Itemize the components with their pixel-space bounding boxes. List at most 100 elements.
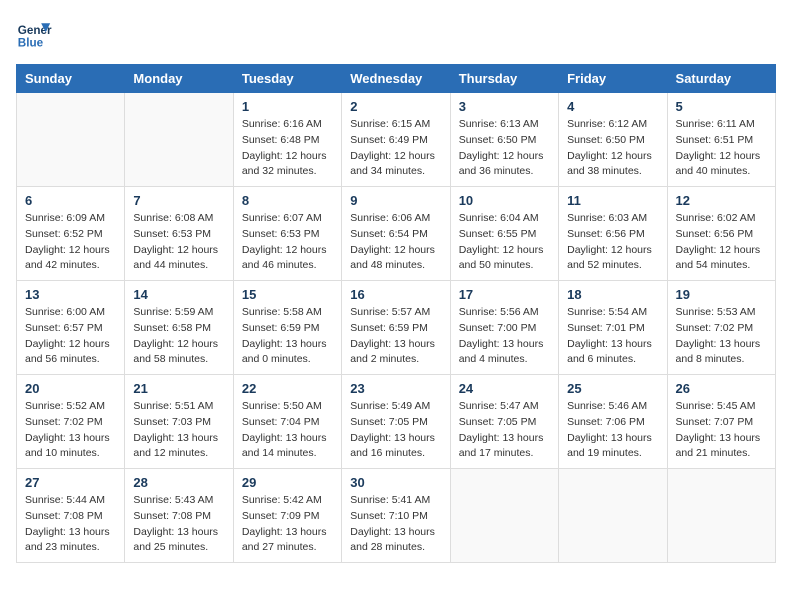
day-number: 21	[133, 381, 224, 396]
calendar-week-row: 20 Sunrise: 5:52 AM Sunset: 7:02 PM Dayli…	[17, 375, 776, 469]
day-info: Sunrise: 6:09 AM Sunset: 6:52 PM Dayligh…	[25, 211, 116, 274]
day-number: 4	[567, 99, 658, 114]
calendar-day-cell: 18 Sunrise: 5:54 AM Sunset: 7:01 PM Dayli…	[559, 281, 667, 375]
day-number: 24	[459, 381, 550, 396]
calendar-week-row: 6 Sunrise: 6:09 AM Sunset: 6:52 PM Daylig…	[17, 187, 776, 281]
calendar-day-cell	[667, 469, 775, 563]
day-info: Sunrise: 5:45 AM Sunset: 7:07 PM Dayligh…	[676, 399, 767, 462]
day-number: 10	[459, 193, 550, 208]
calendar-header-row: SundayMondayTuesdayWednesdayThursdayFrid…	[17, 65, 776, 93]
calendar-day-cell: 8 Sunrise: 6:07 AM Sunset: 6:53 PM Daylig…	[233, 187, 341, 281]
calendar-day-cell: 3Sunrise: 6:13 AM Sunset: 6:50 PM Daylig…	[450, 93, 558, 187]
day-number: 26	[676, 381, 767, 396]
day-info: Sunrise: 5:46 AM Sunset: 7:06 PM Dayligh…	[567, 399, 658, 462]
calendar-day-cell: 22 Sunrise: 5:50 AM Sunset: 7:04 PM Dayli…	[233, 375, 341, 469]
calendar-day-cell: 14 Sunrise: 5:59 AM Sunset: 6:58 PM Dayli…	[125, 281, 233, 375]
calendar-body: 1 Sunrise: 6:16 AM Sunset: 6:48 PM Daylig…	[17, 93, 776, 563]
calendar-day-cell: 27 Sunrise: 5:44 AM Sunset: 7:08 PM Dayli…	[17, 469, 125, 563]
calendar-day-cell: 12 Sunrise: 6:02 AM Sunset: 6:56 PM Dayli…	[667, 187, 775, 281]
day-info: Sunrise: 5:50 AM Sunset: 7:04 PM Dayligh…	[242, 399, 333, 462]
calendar-day-cell: 29Sunrise: 5:42 AM Sunset: 7:09 PM Dayli…	[233, 469, 341, 563]
day-number: 27	[25, 475, 116, 490]
calendar-day-cell	[125, 93, 233, 187]
day-number: 17	[459, 287, 550, 302]
calendar-day-cell: 7Sunrise: 6:08 AM Sunset: 6:53 PM Daylig…	[125, 187, 233, 281]
calendar-day-cell: 19 Sunrise: 5:53 AM Sunset: 7:02 PM Dayli…	[667, 281, 775, 375]
calendar-table: SundayMondayTuesdayWednesdayThursdayFrid…	[16, 64, 776, 563]
day-number: 3	[459, 99, 550, 114]
day-number: 23	[350, 381, 441, 396]
svg-text:Blue: Blue	[18, 37, 44, 50]
calendar-day-cell: 4 Sunrise: 6:12 AM Sunset: 6:50 PM Daylig…	[559, 93, 667, 187]
calendar-day-cell	[17, 93, 125, 187]
day-info: Sunrise: 5:57 AM Sunset: 6:59 PM Dayligh…	[350, 305, 441, 368]
day-info: Sunrise: 6:04 AM Sunset: 6:55 PM Dayligh…	[459, 211, 550, 274]
day-number: 15	[242, 287, 333, 302]
day-of-week-header: Saturday	[667, 65, 775, 93]
calendar-day-cell: 23 Sunrise: 5:49 AM Sunset: 7:05 PM Dayli…	[342, 375, 450, 469]
calendar-day-cell: 13 Sunrise: 6:00 AM Sunset: 6:57 PM Dayli…	[17, 281, 125, 375]
day-number: 28	[133, 475, 224, 490]
day-info: Sunrise: 5:49 AM Sunset: 7:05 PM Dayligh…	[350, 399, 441, 462]
day-of-week-header: Sunday	[17, 65, 125, 93]
day-info: Sunrise: 5:59 AM Sunset: 6:58 PM Dayligh…	[133, 305, 224, 368]
calendar-day-cell: 28 Sunrise: 5:43 AM Sunset: 7:08 PM Dayli…	[125, 469, 233, 563]
calendar-day-cell: 15Sunrise: 5:58 AM Sunset: 6:59 PM Dayli…	[233, 281, 341, 375]
day-of-week-header: Wednesday	[342, 65, 450, 93]
calendar-day-cell: 9Sunrise: 6:06 AM Sunset: 6:54 PM Daylig…	[342, 187, 450, 281]
day-info: Sunrise: 6:02 AM Sunset: 6:56 PM Dayligh…	[676, 211, 767, 274]
day-info: Sunrise: 5:51 AM Sunset: 7:03 PM Dayligh…	[133, 399, 224, 462]
day-number: 1	[242, 99, 333, 114]
day-info: Sunrise: 5:41 AM Sunset: 7:10 PM Dayligh…	[350, 493, 441, 556]
logo: General Blue	[16, 16, 52, 52]
day-number: 13	[25, 287, 116, 302]
day-info: Sunrise: 5:44 AM Sunset: 7:08 PM Dayligh…	[25, 493, 116, 556]
day-info: Sunrise: 6:16 AM Sunset: 6:48 PM Dayligh…	[242, 117, 333, 180]
day-info: Sunrise: 5:42 AM Sunset: 7:09 PM Dayligh…	[242, 493, 333, 556]
calendar-day-cell: 10 Sunrise: 6:04 AM Sunset: 6:55 PM Dayli…	[450, 187, 558, 281]
day-number: 5	[676, 99, 767, 114]
day-info: Sunrise: 5:56 AM Sunset: 7:00 PM Dayligh…	[459, 305, 550, 368]
day-info: Sunrise: 6:00 AM Sunset: 6:57 PM Dayligh…	[25, 305, 116, 368]
calendar-day-cell: 24Sunrise: 5:47 AM Sunset: 7:05 PM Dayli…	[450, 375, 558, 469]
day-of-week-header: Friday	[559, 65, 667, 93]
calendar-week-row: 1 Sunrise: 6:16 AM Sunset: 6:48 PM Daylig…	[17, 93, 776, 187]
calendar-day-cell: 30Sunrise: 5:41 AM Sunset: 7:10 PM Dayli…	[342, 469, 450, 563]
calendar-day-cell: 11 Sunrise: 6:03 AM Sunset: 6:56 PM Dayli…	[559, 187, 667, 281]
day-of-week-header: Monday	[125, 65, 233, 93]
day-number: 6	[25, 193, 116, 208]
day-info: Sunrise: 5:54 AM Sunset: 7:01 PM Dayligh…	[567, 305, 658, 368]
calendar-day-cell: 21 Sunrise: 5:51 AM Sunset: 7:03 PM Dayli…	[125, 375, 233, 469]
day-number: 8	[242, 193, 333, 208]
day-info: Sunrise: 6:03 AM Sunset: 6:56 PM Dayligh…	[567, 211, 658, 274]
calendar-day-cell	[559, 469, 667, 563]
day-of-week-header: Thursday	[450, 65, 558, 93]
day-number: 22	[242, 381, 333, 396]
calendar-day-cell: 1 Sunrise: 6:16 AM Sunset: 6:48 PM Daylig…	[233, 93, 341, 187]
calendar-week-row: 13 Sunrise: 6:00 AM Sunset: 6:57 PM Dayli…	[17, 281, 776, 375]
day-number: 12	[676, 193, 767, 208]
day-info: Sunrise: 5:52 AM Sunset: 7:02 PM Dayligh…	[25, 399, 116, 462]
calendar-day-cell: 2Sunrise: 6:15 AM Sunset: 6:49 PM Daylig…	[342, 93, 450, 187]
header: General Blue	[16, 16, 776, 52]
day-number: 14	[133, 287, 224, 302]
day-info: Sunrise: 6:12 AM Sunset: 6:50 PM Dayligh…	[567, 117, 658, 180]
day-number: 9	[350, 193, 441, 208]
day-number: 18	[567, 287, 658, 302]
day-of-week-header: Tuesday	[233, 65, 341, 93]
day-info: Sunrise: 5:43 AM Sunset: 7:08 PM Dayligh…	[133, 493, 224, 556]
calendar-day-cell: 26 Sunrise: 5:45 AM Sunset: 7:07 PM Dayli…	[667, 375, 775, 469]
day-number: 11	[567, 193, 658, 208]
calendar-week-row: 27 Sunrise: 5:44 AM Sunset: 7:08 PM Dayli…	[17, 469, 776, 563]
calendar-day-cell: 17 Sunrise: 5:56 AM Sunset: 7:00 PM Dayli…	[450, 281, 558, 375]
day-number: 19	[676, 287, 767, 302]
calendar-day-cell: 6 Sunrise: 6:09 AM Sunset: 6:52 PM Daylig…	[17, 187, 125, 281]
day-info: Sunrise: 6:11 AM Sunset: 6:51 PM Dayligh…	[676, 117, 767, 180]
calendar-day-cell: 5 Sunrise: 6:11 AM Sunset: 6:51 PM Daylig…	[667, 93, 775, 187]
calendar-day-cell: 20 Sunrise: 5:52 AM Sunset: 7:02 PM Dayli…	[17, 375, 125, 469]
day-info: Sunrise: 6:07 AM Sunset: 6:53 PM Dayligh…	[242, 211, 333, 274]
day-number: 2	[350, 99, 441, 114]
day-number: 20	[25, 381, 116, 396]
day-info: Sunrise: 5:53 AM Sunset: 7:02 PM Dayligh…	[676, 305, 767, 368]
calendar-day-cell: 16Sunrise: 5:57 AM Sunset: 6:59 PM Dayli…	[342, 281, 450, 375]
